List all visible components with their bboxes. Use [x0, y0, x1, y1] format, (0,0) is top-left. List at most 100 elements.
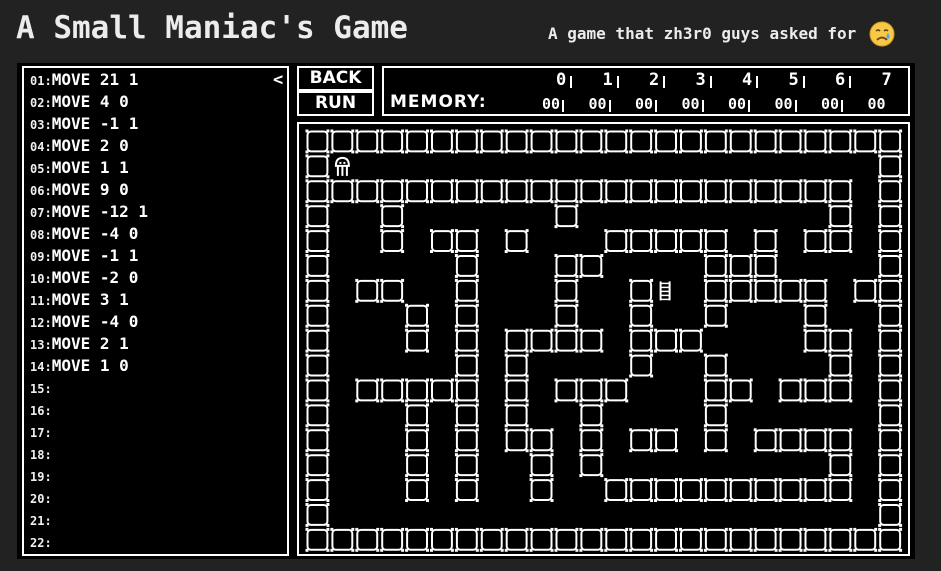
wall-block [654, 129, 678, 154]
code-line[interactable]: 09:MOVE -1 1 [30, 245, 138, 267]
wall-block [703, 179, 728, 204]
wall-block [878, 278, 903, 303]
wall-block [305, 328, 330, 353]
wall-block [828, 428, 853, 453]
code-command[interactable]: MOVE 2 1 [52, 334, 129, 353]
line-number: 18: [30, 448, 52, 462]
code-line[interactable]: 02:MOVE 4 0 [30, 91, 129, 113]
line-number: 10: [30, 272, 52, 286]
code-command[interactable]: MOVE -1 1 [52, 114, 139, 133]
code-command[interactable]: MOVE 4 0 [52, 92, 129, 111]
memory-value: 00 [774, 95, 793, 113]
memory-divider [802, 76, 805, 88]
code-command[interactable]: MOVE 2 0 [52, 136, 129, 155]
wall-block [828, 353, 853, 378]
wall-block [703, 303, 728, 328]
wall-block [604, 378, 629, 403]
wall-block [330, 129, 355, 154]
code-command[interactable]: MOVE -4 0 [52, 224, 139, 243]
wall-block [554, 328, 579, 353]
wall-block [679, 328, 703, 353]
code-line[interactable]: 18: [30, 443, 52, 465]
line-number: 07: [30, 206, 52, 220]
code-line[interactable]: 20: [30, 487, 52, 509]
wall-block [679, 527, 703, 552]
wall-block [579, 403, 604, 428]
code-line[interactable]: 10:MOVE -2 0 [30, 267, 138, 289]
code-command[interactable]: MOVE -4 0 [52, 312, 139, 331]
code-line[interactable]: 21: [30, 509, 52, 531]
wall-block [504, 179, 529, 204]
wall-block [579, 179, 604, 204]
wall-block [803, 428, 828, 453]
code-line[interactable]: 15: [30, 377, 52, 399]
code-command[interactable]: MOVE -12 1 [52, 202, 148, 221]
wall-block [828, 527, 853, 552]
code-command[interactable]: MOVE -1 1 [52, 246, 139, 265]
wall-block [430, 129, 454, 154]
code-line[interactable]: 06:MOVE 9 0 [30, 179, 129, 201]
wall-block [878, 478, 903, 502]
wall-block [305, 154, 330, 179]
wall-block [454, 478, 479, 502]
code-line[interactable]: 05:MOVE 1 1 [30, 157, 129, 179]
memory-divider [709, 76, 712, 88]
code-line[interactable]: 16: [30, 399, 52, 421]
wall-block [479, 527, 504, 552]
crying-face-icon [869, 21, 895, 47]
run-button[interactable]: RUN [297, 91, 374, 116]
code-command[interactable]: MOVE -2 0 [52, 268, 139, 287]
wall-block [454, 378, 479, 403]
wall-block [629, 428, 654, 453]
code-command[interactable]: MOVE 1 1 [52, 158, 129, 177]
wall-block [753, 179, 778, 204]
code-line[interactable]: 14:MOVE 1 0 [30, 355, 129, 377]
wall-block [654, 478, 678, 502]
wall-block [454, 254, 479, 278]
wall-block [380, 204, 405, 229]
code-command[interactable]: MOVE 3 1 [52, 290, 129, 309]
code-line[interactable]: 01:MOVE 21 1 [30, 69, 138, 91]
collapse-arrow-icon[interactable]: < [273, 70, 283, 90]
wall-block [405, 403, 429, 428]
wall-block [405, 527, 429, 552]
code-line[interactable]: 22: [30, 531, 52, 553]
code-line[interactable]: 17: [30, 421, 52, 443]
wall-block [654, 428, 678, 453]
wall-block [355, 378, 380, 403]
memory-divider [616, 76, 619, 88]
code-line[interactable]: 04:MOVE 2 0 [30, 135, 129, 157]
code-line[interactable]: 12:MOVE -4 0 [30, 311, 138, 333]
wall-block [380, 179, 405, 204]
wall-block [355, 179, 380, 204]
memory-divider [756, 76, 758, 88]
wall-block [579, 129, 604, 154]
memory-value: 00 [681, 95, 700, 113]
code-command[interactable]: MOVE 21 1 [52, 70, 139, 89]
code-command[interactable]: MOVE 9 0 [52, 180, 129, 199]
wall-block [554, 179, 579, 204]
wall-block [753, 229, 778, 253]
wall-block [629, 478, 654, 502]
wall-block [853, 129, 878, 154]
code-command[interactable]: MOVE 1 0 [52, 356, 129, 375]
code-line[interactable]: 03:MOVE -1 1 [30, 113, 138, 135]
back-button[interactable]: BACK [297, 66, 374, 91]
code-editor[interactable]: 01:MOVE 21 1 02:MOVE 4 0 03:MOVE -1 1 04:MO… [22, 66, 289, 556]
wall-block [778, 278, 803, 303]
wall-block [803, 179, 828, 204]
wall-block [405, 478, 429, 502]
memory-divider [849, 76, 851, 88]
wall-block [454, 453, 479, 478]
wall-block [405, 129, 429, 154]
code-line[interactable]: 19: [30, 465, 52, 487]
memory-divider [841, 100, 843, 112]
code-line[interactable]: 13:MOVE 2 1 [30, 333, 129, 355]
code-line[interactable]: 07:MOVE -12 1 [30, 201, 148, 223]
wall-block [828, 229, 853, 253]
code-line[interactable]: 11:MOVE 3 1 [30, 289, 129, 311]
line-number: 02: [30, 96, 52, 110]
wall-block [305, 254, 330, 278]
code-line[interactable]: 08:MOVE -4 0 [30, 223, 138, 245]
wall-block [828, 129, 853, 154]
